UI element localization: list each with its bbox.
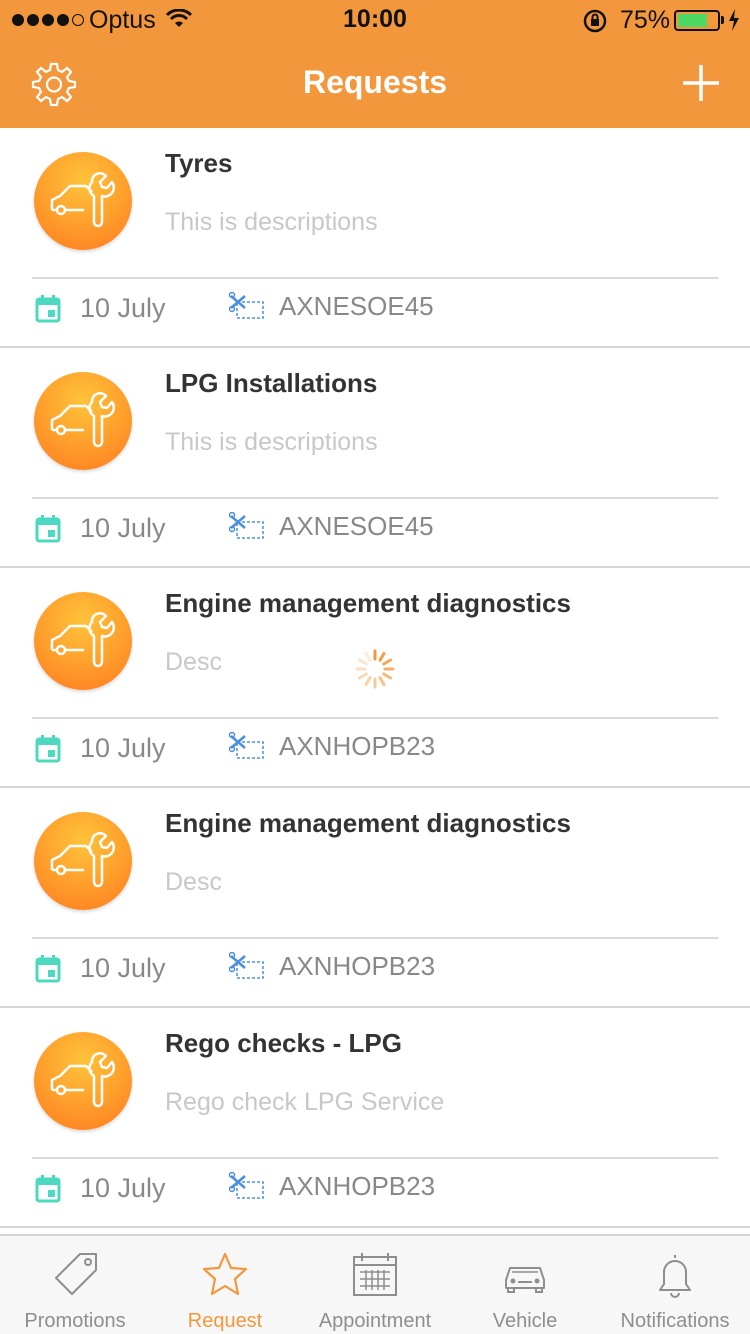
tab-label: Notifications [620, 1310, 730, 1332]
tab-appointment[interactable]: Appointment [300, 1236, 450, 1334]
request-description: Desc [165, 648, 222, 676]
request-code: AXNESOE45 [279, 511, 434, 541]
card-divider [32, 1157, 718, 1159]
request-description: This is descriptions [165, 428, 378, 456]
car-repair-icon [34, 372, 132, 470]
request-description: Desc [165, 868, 222, 896]
request-description: Rego check LPG Service [165, 1088, 445, 1116]
tab-label: Promotions [24, 1310, 126, 1332]
request-title: Engine management diagnostics [165, 588, 571, 618]
request-title: LPG Installations [165, 368, 378, 398]
request-title: Rego checks - LPG [165, 1028, 402, 1058]
request-title: Tyres [165, 148, 233, 178]
request-description: This is descriptions [165, 208, 378, 236]
charging-icon [729, 9, 739, 31]
card-divider [32, 717, 718, 719]
battery-icon [674, 10, 720, 31]
calendar-icon [35, 955, 61, 983]
request-code: AXNESOE45 [279, 291, 434, 321]
coupon-icon [229, 292, 264, 319]
calendar-icon [35, 295, 61, 323]
status-bar: Optus 10:00 75% [0, 0, 750, 40]
calendar-icon [35, 515, 61, 543]
car-repair-icon [34, 152, 132, 250]
card-divider [32, 277, 718, 279]
request-date: 10 July [80, 293, 166, 323]
car-repair-icon [34, 1032, 132, 1130]
tab-promotions[interactable]: Promotions [0, 1236, 150, 1334]
request-code: AXNHOPB23 [279, 951, 436, 981]
request-date: 10 July [80, 1173, 166, 1203]
calendar-icon [35, 1175, 61, 1203]
battery-percent: 75% [620, 6, 671, 34]
car-icon [505, 1267, 545, 1293]
tab-bar: Promotions Request Appointment Vehicle N… [0, 1234, 750, 1334]
tab-label: Vehicle [492, 1310, 558, 1332]
request-card[interactable]: Engine management diagnostics Desc 10 Ju… [0, 568, 750, 788]
tab-label: Appointment [318, 1310, 432, 1332]
request-card[interactable]: Engine management diagnostics Desc 10 Ju… [0, 788, 750, 1008]
coupon-icon [229, 732, 264, 759]
request-date: 10 July [80, 953, 166, 983]
plus-icon[interactable] [680, 62, 722, 104]
tab-label: Request [187, 1310, 263, 1332]
request-date: 10 July [80, 513, 166, 543]
tab-request[interactable]: Request [150, 1236, 300, 1334]
tag-icon [55, 1253, 97, 1295]
car-repair-icon [34, 592, 132, 690]
rotation-lock-icon [583, 9, 607, 33]
card-divider [32, 937, 718, 939]
calendar-icon [353, 1253, 397, 1296]
coupon-icon [229, 1172, 264, 1199]
car-repair-icon [34, 812, 132, 910]
request-code: AXNHOPB23 [279, 731, 436, 761]
coupon-icon [229, 512, 264, 539]
request-date: 10 July [80, 733, 166, 763]
request-list: Tyres This is descriptions 10 July AXNES… [0, 128, 750, 1228]
page-title: Requests [302, 64, 448, 100]
nav-header: Optus 10:00 75% Requests [0, 0, 750, 128]
request-code: AXNHOPB23 [279, 1171, 436, 1201]
loading-spinner-icon [355, 649, 395, 689]
card-divider [32, 497, 718, 499]
tab-notifications[interactable]: Notifications [600, 1236, 750, 1334]
star-icon [202, 1252, 248, 1296]
bell-icon [659, 1255, 691, 1298]
calendar-icon [35, 735, 61, 763]
request-card[interactable]: Rego checks - LPG Rego check LPG Service… [0, 1008, 750, 1228]
tab-vehicle[interactable]: Vehicle [450, 1236, 600, 1334]
request-card[interactable]: LPG Installations This is descriptions 1… [0, 348, 750, 568]
request-card[interactable]: Tyres This is descriptions 10 July AXNES… [0, 128, 750, 348]
coupon-icon [229, 952, 264, 979]
request-title: Engine management diagnostics [165, 808, 571, 838]
